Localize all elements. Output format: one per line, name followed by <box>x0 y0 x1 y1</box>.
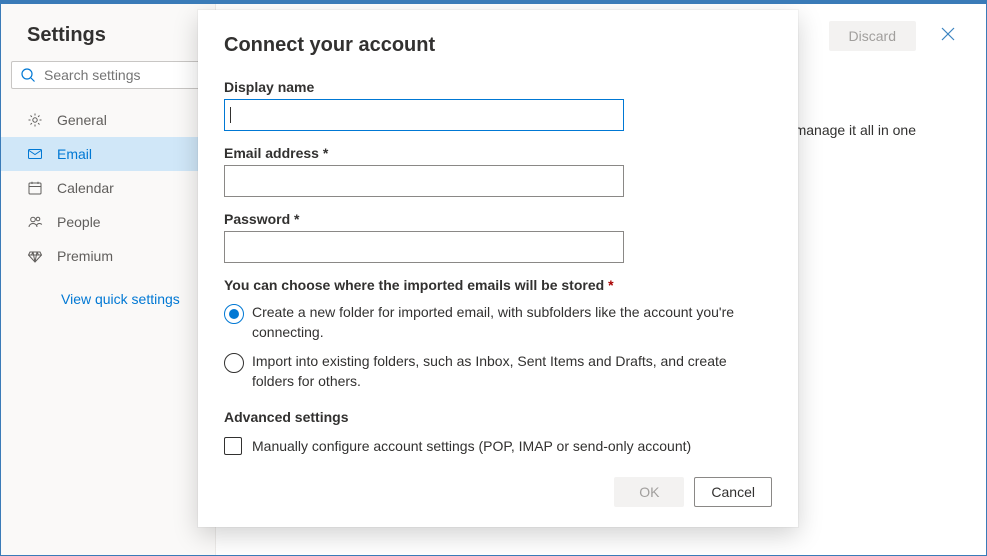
email-address-label: Email address * <box>224 145 772 161</box>
calendar-icon <box>27 180 43 196</box>
nav-label: Email <box>57 146 92 162</box>
advanced-settings-heading: Advanced settings <box>224 409 772 425</box>
ok-button[interactable]: OK <box>614 477 684 507</box>
close-icon[interactable] <box>934 20 962 51</box>
connect-account-dialog: Connect your account Display name Email … <box>198 10 798 527</box>
radio-unselected-icon <box>224 353 244 373</box>
radio-new-folder[interactable]: Create a new folder for imported email, … <box>224 303 772 342</box>
manual-config-row[interactable]: Manually configure account settings (POP… <box>224 437 772 455</box>
dialog-title: Connect your account <box>224 34 772 57</box>
diamond-icon <box>27 248 43 264</box>
nav-item-general[interactable]: General <box>1 103 215 137</box>
nav-label: General <box>57 112 107 128</box>
gear-icon <box>27 112 43 128</box>
nav-item-calendar[interactable]: Calendar <box>1 171 215 205</box>
nav-label: Premium <box>57 248 113 264</box>
mail-icon <box>27 146 43 162</box>
checkbox-unchecked-icon <box>224 437 242 455</box>
nav-item-people[interactable]: People <box>1 205 215 239</box>
nav-item-email[interactable]: Email <box>1 137 215 171</box>
people-icon <box>27 214 43 230</box>
nav-label: Calendar <box>57 180 114 196</box>
password-label: Password * <box>224 211 772 227</box>
radio-existing-label: Import into existing folders, such as In… <box>252 352 772 391</box>
display-name-input[interactable] <box>224 99 624 131</box>
search-settings-box[interactable] <box>11 61 205 89</box>
view-quick-settings-link[interactable]: View quick settings <box>1 273 215 307</box>
search-icon <box>20 67 36 83</box>
manual-config-label: Manually configure account settings (POP… <box>252 438 691 454</box>
radio-new-folder-label: Create a new folder for imported email, … <box>252 303 772 342</box>
cancel-button[interactable]: Cancel <box>694 477 772 507</box>
radio-existing-folders[interactable]: Import into existing folders, such as In… <box>224 352 772 391</box>
settings-title: Settings <box>1 24 215 61</box>
email-address-input[interactable] <box>224 165 624 197</box>
radio-selected-icon <box>224 304 244 324</box>
discard-button[interactable]: Discard <box>829 21 916 51</box>
display-name-label: Display name <box>224 79 772 95</box>
settings-sidebar: Settings General Email Calendar Peop <box>1 4 216 555</box>
nav-item-premium[interactable]: Premium <box>1 239 215 273</box>
password-input[interactable] <box>224 231 624 263</box>
storage-group-label: You can choose where the imported emails… <box>224 277 772 293</box>
nav-label: People <box>57 214 101 230</box>
